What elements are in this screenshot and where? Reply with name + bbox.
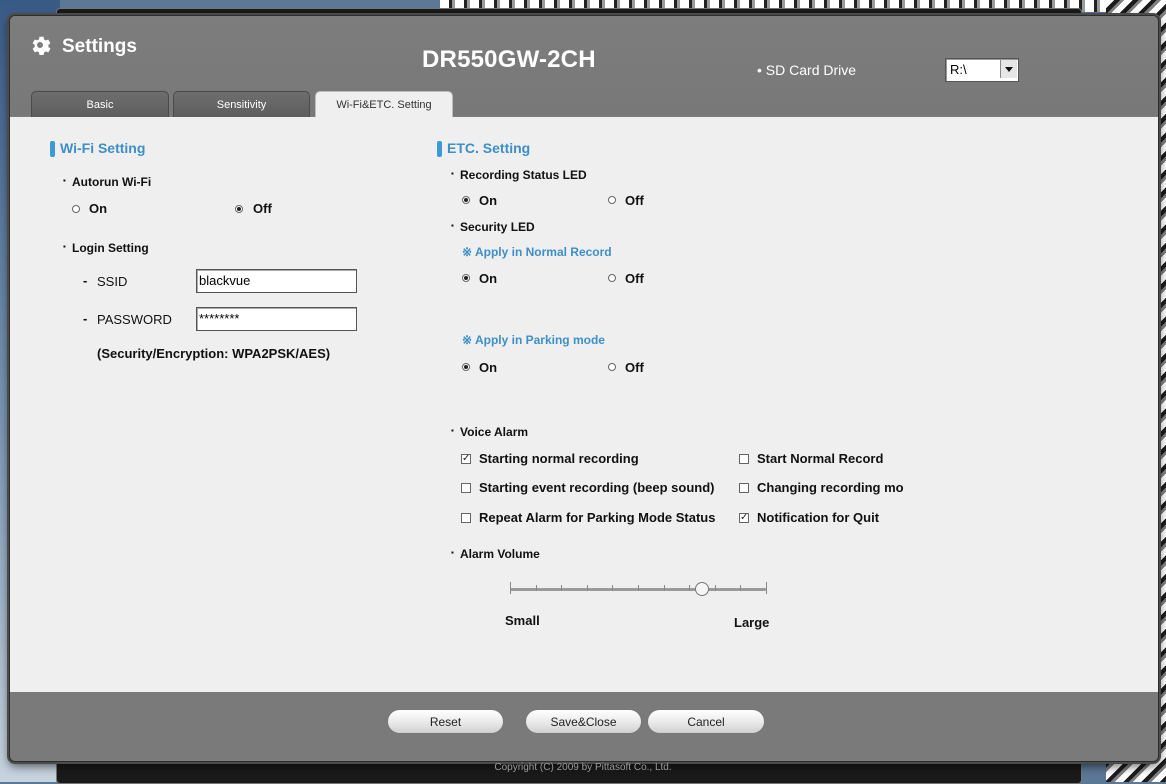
normal-record-on-radio[interactable] — [462, 274, 470, 282]
section-marker — [437, 141, 442, 157]
recording-led-on-label: On — [479, 193, 498, 208]
window-title: Settings — [62, 36, 137, 57]
parking-mode-off-radio[interactable] — [608, 363, 616, 371]
voice-alarm-checkbox[interactable]: ✓ — [739, 513, 749, 523]
alarm-volume-label: Alarm Volume — [451, 547, 540, 561]
sd-card-drive-value: R:\ — [950, 62, 967, 77]
parking-mode-off-label: Off — [625, 360, 644, 375]
settings-window: Settings DR550GW-2CH • SD Card Drive R:\… — [9, 15, 1159, 762]
reset-button[interactable]: Reset — [387, 709, 504, 734]
slider-tick — [740, 585, 741, 591]
voice-alarm-checkbox[interactable] — [461, 483, 471, 493]
volume-small-label: Small — [505, 613, 540, 628]
slider-tick — [612, 585, 613, 591]
dash-marker: - — [83, 311, 88, 326]
alarm-volume-slider-thumb[interactable] — [695, 582, 709, 596]
voice-alarm-option: Notification for Quit — [757, 510, 880, 525]
title-bar: Settings DR550GW-2CH • SD Card Drive R:\… — [10, 16, 1158, 118]
login-setting-label: Login Setting — [63, 241, 149, 255]
parking-mode-note: ※ Apply in Parking mode — [462, 333, 605, 347]
sd-card-drive-label: • SD Card Drive — [757, 62, 857, 78]
chevron-down-icon[interactable] — [1000, 60, 1017, 78]
voice-alarm-label: Voice Alarm — [451, 425, 528, 439]
password-label: PASSWORD — [97, 312, 172, 327]
recording-led-on-radio[interactable] — [462, 196, 470, 204]
recording-led-off-label: Off — [625, 193, 644, 208]
voice-alarm-option: Starting event recording (beep sound) — [479, 480, 715, 495]
password-input[interactable]: ******** — [196, 307, 357, 331]
parking-mode-on-label: On — [479, 360, 498, 375]
voice-alarm-option: Starting normal recording — [479, 451, 639, 466]
normal-record-off-label: Off — [625, 271, 644, 286]
tab-wifi-etc-setting[interactable]: Wi-Fi&ETC. Setting — [315, 91, 453, 118]
autorun-off-label: Off — [253, 201, 272, 216]
etc-section-title: ETC. Setting — [447, 140, 531, 156]
volume-large-label: Large — [734, 615, 770, 630]
slider-tick — [510, 582, 511, 594]
section-marker — [50, 141, 55, 157]
voice-alarm-option: Start Normal Record — [757, 451, 884, 466]
security-encryption-note: (Security/Encryption: WPA2PSK/AES) — [97, 346, 331, 361]
autorun-on-label: On — [89, 201, 108, 216]
normal-record-off-radio[interactable] — [608, 274, 616, 282]
voice-alarm-checkbox[interactable]: ✓ — [461, 454, 471, 464]
gear-icon — [32, 36, 51, 56]
autorun-wifi-label: Autorun Wi-Fi — [63, 175, 151, 189]
ssid-label: SSID — [97, 274, 128, 289]
voice-alarm-checkbox[interactable] — [739, 483, 749, 493]
copyright-text: Copyright (C) 2009 by Pittasoft Co., Ltd… — [494, 762, 672, 773]
ssid-input[interactable]: blackvue — [196, 269, 357, 293]
voice-alarm-checkbox[interactable] — [461, 513, 471, 523]
slider-tick — [638, 585, 639, 591]
security-led-label: Security LED — [451, 220, 535, 234]
slider-tick — [587, 585, 588, 591]
reference-mark-icon: ※ — [462, 245, 473, 259]
save-close-button[interactable]: Save&Close — [525, 709, 642, 734]
slider-tick — [561, 585, 562, 591]
sd-card-drive-select[interactable]: R:\ — [945, 58, 1019, 82]
recording-status-led-label: Recording Status LED — [451, 168, 587, 182]
voice-alarm-option: Changing recording mo — [757, 480, 904, 495]
normal-record-note: ※ Apply in Normal Record — [462, 245, 612, 259]
tab-basic[interactable]: Basic — [31, 91, 169, 117]
autorun-off-radio[interactable] — [235, 205, 243, 213]
voice-alarm-option: Repeat Alarm for Parking Mode Status — [479, 510, 716, 525]
slider-tick — [766, 582, 767, 594]
slider-tick — [664, 585, 665, 591]
slider-tick — [715, 585, 716, 591]
recording-led-off-radio[interactable] — [608, 196, 616, 204]
wifi-section-title: Wi-Fi Setting — [60, 140, 146, 156]
settings-content-panel: Wi-Fi Setting Autorun Wi-Fi On Off Login… — [10, 117, 1158, 692]
tab-sensitivity[interactable]: Sensitivity — [173, 91, 310, 117]
voice-alarm-checkbox[interactable] — [739, 454, 749, 464]
slider-tick — [536, 585, 537, 591]
device-model: DR550GW-2CH — [422, 46, 596, 73]
slider-tick — [689, 585, 690, 591]
parking-mode-on-radio[interactable] — [462, 363, 470, 371]
dash-marker: - — [83, 273, 88, 288]
reference-mark-icon: ※ — [462, 333, 473, 347]
normal-record-on-label: On — [479, 271, 498, 286]
autorun-on-radio[interactable] — [72, 205, 80, 213]
cancel-button[interactable]: Cancel — [647, 709, 765, 734]
